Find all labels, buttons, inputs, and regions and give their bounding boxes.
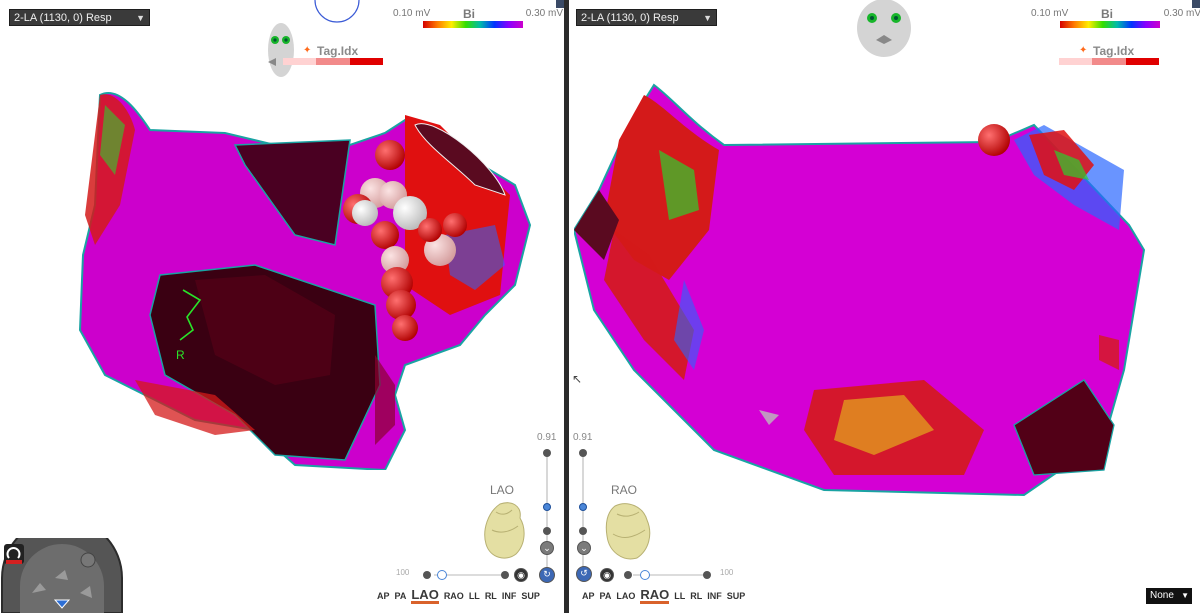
tool-dial-icon[interactable] [0, 538, 124, 613]
lesion-marker-label: R [176, 348, 185, 362]
rotation-slider-value: 100 [720, 568, 734, 577]
zoom-slider-knob[interactable] [543, 503, 551, 511]
zoom-minus-button[interactable] [579, 527, 587, 535]
bipolar-voltage-legend: 0.10 mV Bi 0.30 mV [1031, 6, 1200, 30]
view-button-ll[interactable]: LL [469, 588, 480, 604]
face-orientation-icon [857, 0, 911, 57]
view-button-sup[interactable]: SUP [727, 588, 746, 604]
map-selector[interactable]: 2-LA (1130, 0) Resp ▼ [9, 9, 150, 26]
legend-low-value: 0.10 mV [1031, 8, 1069, 19]
projection-dropdown-value: None [1150, 590, 1174, 601]
view-button-lao[interactable]: LAO [411, 588, 439, 604]
tag-index-legend: ✦ Tag.Idx [283, 44, 383, 68]
chevron-down-icon: ▼ [703, 13, 712, 23]
tag-index-label: Tag.Idx [317, 44, 359, 58]
right-map-view[interactable]: 2-LA (1130, 0) Resp ▼ 0.10 mV Bi 0.30 mV… [569, 0, 1200, 613]
view-preset-bar: AP PA LAO RAO LL RL INF SUP [582, 588, 745, 604]
chevron-down-icon: ▼ [1181, 591, 1189, 600]
rotate-left-button[interactable] [624, 571, 632, 579]
pane-corner-button[interactable] [556, 0, 564, 8]
reset-view-icon[interactable]: ◉ [600, 568, 614, 582]
rotate-right-button[interactable] [703, 571, 711, 579]
view-button-pa[interactable]: PA [600, 588, 612, 604]
orientation-view-label: LAO [490, 483, 515, 497]
bipolar-voltage-legend: 0.10 mV Bi 0.30 mV [393, 6, 563, 30]
zoom-plus-button[interactable] [579, 449, 587, 457]
zoom-slider-knob[interactable] [579, 503, 587, 511]
zoom-scale-value: 0.91 [537, 432, 557, 443]
view-button-ll[interactable]: LL [674, 588, 685, 604]
legend-high-value: 0.30 mV [1163, 8, 1200, 19]
view-button-ap[interactable]: AP [582, 588, 595, 604]
chevron-down-icon[interactable]: ⌄ [577, 541, 591, 555]
projection-dropdown[interactable]: None ▼ [1146, 588, 1192, 604]
zoom-scale-value: 0.91 [573, 432, 593, 443]
tag-dot-icon: ✦ [1079, 45, 1088, 56]
right-atrium-3d-map[interactable] [574, 80, 1154, 500]
view-button-rao[interactable]: RAO [640, 588, 670, 604]
tag-index-bar [1059, 58, 1159, 65]
tag-index-legend: ✦ Tag.Idx [1059, 44, 1159, 68]
view-button-inf[interactable]: INF [707, 588, 722, 604]
view-button-rao[interactable]: RAO [444, 588, 464, 604]
reset-view-icon[interactable]: ◉ [514, 568, 528, 582]
tag-index-label: Tag.Idx [1093, 44, 1135, 58]
voltage-color-bar [423, 21, 523, 28]
voltage-color-bar [1060, 21, 1160, 28]
heart-orientation-icon [484, 502, 525, 559]
view-button-pa[interactable]: PA [395, 588, 407, 604]
view-preset-bar: AP PA LAO RAO LL RL INF SUP [377, 588, 540, 604]
view-button-rl[interactable]: RL [690, 588, 702, 604]
heart-orientation-icon [605, 503, 651, 560]
view-button-ap[interactable]: AP [377, 588, 390, 604]
map-selector-value: 2-LA (1130, 0) Resp [581, 12, 679, 24]
chevron-down-icon[interactable]: ⌄ [540, 541, 554, 555]
navigation-circle-icon[interactable] [313, 0, 361, 26]
tag-dot-icon: ✦ [303, 45, 312, 56]
view-button-inf[interactable]: INF [502, 588, 517, 604]
map-selector-value: 2-LA (1130, 0) Resp [14, 12, 112, 24]
map-selector[interactable]: 2-LA (1130, 0) Resp ▼ [576, 9, 717, 26]
view-button-lao[interactable]: LAO [616, 588, 635, 604]
zoom-minus-button[interactable] [543, 527, 551, 535]
zoom-plus-button[interactable] [543, 449, 551, 457]
rotate-left-button[interactable] [423, 571, 431, 579]
rotation-slider-knob[interactable] [437, 570, 447, 580]
rotation-slider-knob[interactable] [640, 570, 650, 580]
legend-title: Bi [1101, 7, 1113, 21]
left-map-view[interactable]: 2-LA (1130, 0) Resp ▼ 0.10 mV Bi 0.30 mV… [0, 0, 564, 613]
rotate-view-icon[interactable]: ↺ [576, 566, 592, 582]
legend-low-value: 0.10 mV [393, 8, 431, 19]
view-button-sup[interactable]: SUP [521, 588, 540, 604]
cursor-icon: ↖ [572, 372, 583, 386]
chevron-down-icon: ▼ [136, 13, 145, 23]
left-atrium-3d-map[interactable]: R [75, 85, 545, 470]
legend-high-value: 0.30 mV [525, 8, 563, 19]
rotate-view-icon[interactable]: ↻ [539, 567, 555, 583]
legend-title: Bi [463, 7, 475, 21]
tag-index-bar [283, 58, 383, 65]
pane-corner-button[interactable] [1192, 0, 1200, 8]
view-button-rl[interactable]: RL [485, 588, 497, 604]
rotation-slider-value: 100 [396, 568, 410, 577]
orientation-view-label: RAO [611, 483, 638, 497]
rotate-right-button[interactable] [501, 571, 509, 579]
